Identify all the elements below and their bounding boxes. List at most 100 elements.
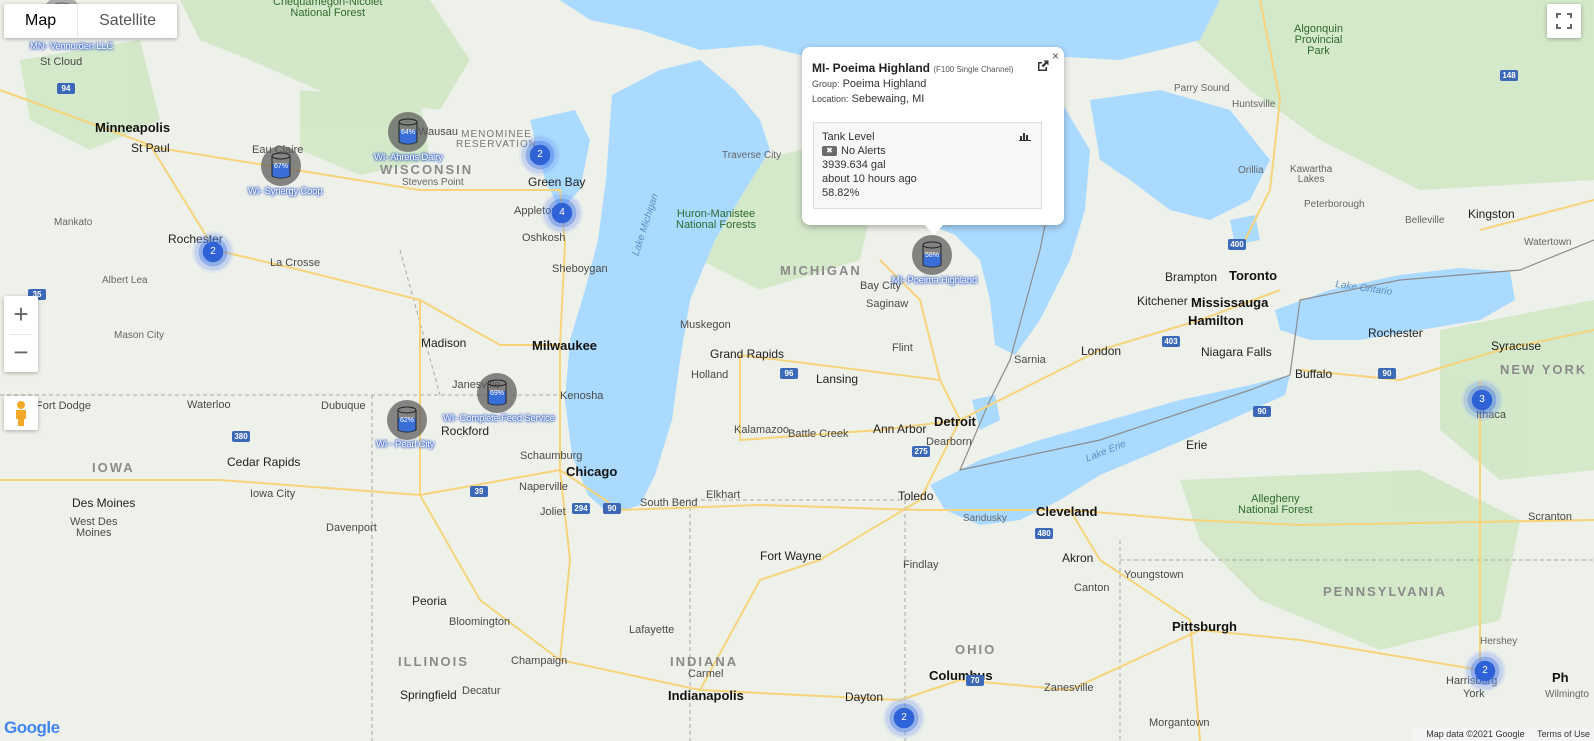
tank-percent: 62% xyxy=(399,417,414,424)
highway-shield: 90 xyxy=(603,503,621,514)
map-type-map-button[interactable]: Map xyxy=(4,4,77,38)
highway-shield: 94 xyxy=(57,83,75,94)
city-label: Detroit xyxy=(934,414,976,429)
city-label: Buffalo xyxy=(1295,367,1333,381)
city-label: Scranton xyxy=(1528,511,1573,523)
state-label: OHIO xyxy=(955,642,997,657)
highway-shield: 96 xyxy=(780,368,798,379)
pegman-icon xyxy=(16,401,26,426)
cluster-marker[interactable]: 2 xyxy=(519,134,561,176)
terms-of-use-link[interactable]: Terms of Use xyxy=(1537,729,1590,739)
map-type-control: Map Satellite xyxy=(4,4,178,38)
tank-marker[interactable]: 67% xyxy=(261,146,301,186)
city-label: Canton xyxy=(1074,582,1110,594)
google-logo-text: Google xyxy=(4,718,60,737)
tank-name[interactable]: WI- Complete Feed Service xyxy=(443,413,555,424)
city-label: Orillia xyxy=(1238,165,1264,176)
city-label: Sarnia xyxy=(1014,354,1046,366)
highway-shield: 294 xyxy=(572,503,590,514)
city-label: Fort Dodge xyxy=(36,400,92,412)
zoom-out-button[interactable]: − xyxy=(4,334,38,372)
street-view-pegman-button[interactable] xyxy=(4,396,38,430)
highway-shield: 70 xyxy=(966,675,984,686)
city-label: London xyxy=(1081,344,1122,358)
city-label: Holland xyxy=(691,369,729,381)
city-label: Kalamazoo xyxy=(734,424,790,436)
city-label: Erie xyxy=(1186,438,1208,452)
state-label: MICHIGAN xyxy=(780,263,862,278)
city-label: Des Moines xyxy=(72,496,136,510)
map-type-satellite-button[interactable]: Satellite xyxy=(77,4,177,38)
external-link-icon[interactable] xyxy=(1036,59,1050,78)
city-label: Kenosha xyxy=(560,390,604,402)
city-label: Ph xyxy=(1552,670,1569,685)
city-label: Youngstown xyxy=(1124,569,1184,581)
city-label: Huntsville xyxy=(1232,99,1276,110)
cluster-count: 4 xyxy=(559,207,565,218)
device-type: (F100 Single Channel) xyxy=(933,65,1014,74)
city-label: Mason City xyxy=(114,330,165,341)
zoom-in-button[interactable]: + xyxy=(4,296,38,334)
city-label: Lafayette xyxy=(629,624,675,636)
state-label: WISCONSIN xyxy=(380,162,474,177)
state-label: INDIANA xyxy=(670,654,739,669)
tank-marker[interactable]: 69% xyxy=(477,373,517,413)
tank-percent: 67% xyxy=(273,163,288,170)
city-label: Oshkosh xyxy=(522,232,566,244)
city-label: Flint xyxy=(892,342,913,354)
city-label: West Des Moines xyxy=(70,516,118,539)
city-label: Minneapolis xyxy=(95,120,171,135)
highway-shield: 90 xyxy=(1253,406,1271,417)
cluster-marker[interactable]: 2 xyxy=(192,231,234,273)
tank-name[interactable]: WI- Synergy Coop xyxy=(248,186,323,197)
tank-percent-value: 58.82% xyxy=(822,187,860,199)
city-label: Peoria xyxy=(412,594,447,608)
city-label: Traverse City xyxy=(722,150,782,161)
city-label: Kitchener xyxy=(1137,294,1188,308)
park-label: Algonquin Provincial Park xyxy=(1294,23,1343,57)
city-label: Naperville xyxy=(519,481,568,493)
close-icon[interactable]: × xyxy=(1052,49,1059,63)
city-label: Zanesville xyxy=(1044,682,1094,694)
city-label: Hamilton xyxy=(1188,313,1244,328)
city-label: Muskegon xyxy=(680,319,731,331)
city-label: Peterborough xyxy=(1304,199,1365,210)
city-label: Stevens Point xyxy=(402,177,464,188)
city-label: Fort Wayne xyxy=(760,549,822,563)
city-label: Chicago xyxy=(566,464,618,479)
tank-name[interactable]: WI - Pearl City xyxy=(376,439,434,450)
tank-name[interactable]: MI- Poeima Highland xyxy=(892,275,977,286)
tank-marker[interactable]: 64% xyxy=(388,112,428,152)
state-label: ILLINOIS xyxy=(398,654,469,669)
tank-percent: 64% xyxy=(400,129,415,136)
city-label: Watertown xyxy=(1524,237,1572,248)
cluster-count: 2 xyxy=(1482,665,1488,676)
location-key: Location: xyxy=(812,94,849,104)
bar-chart-icon[interactable] xyxy=(1019,131,1031,144)
city-label: St Paul xyxy=(131,141,170,155)
cluster-marker[interactable]: 2 xyxy=(883,697,925,739)
tank-marker[interactable]: 62% xyxy=(387,400,427,440)
zoom-divider xyxy=(10,334,32,335)
city-label: Toledo xyxy=(898,489,934,503)
tank-level-card[interactable]: Tank Level ✖ No Alerts 3939.634 gal about… xyxy=(813,122,1042,209)
fullscreen-button[interactable] xyxy=(1547,4,1581,38)
city-label: Mississauga xyxy=(1191,295,1269,310)
cluster-marker[interactable]: 4 xyxy=(541,192,583,234)
last-updated: about 10 hours ago xyxy=(822,173,917,185)
city-label: Niagara Falls xyxy=(1201,345,1272,359)
tank-name[interactable]: MN- Vennurden LLC xyxy=(30,41,113,52)
tank-percent: 69% xyxy=(489,390,504,397)
cluster-marker[interactable]: 2 xyxy=(1464,650,1506,692)
city-label: Iowa City xyxy=(250,488,296,500)
tank-name[interactable]: WI- Ahrens Dairy xyxy=(374,152,443,163)
city-label: Saginaw xyxy=(866,298,909,310)
city-label: Decatur xyxy=(462,685,501,697)
location-row: Location: Sebewaing, MI xyxy=(812,93,924,105)
map-data-attribution: Map data ©2021 Google xyxy=(1426,729,1525,739)
alert-text: No Alerts xyxy=(841,145,886,157)
map-canvas[interactable]: WISCONSIN MICHIGAN IOWA ILLINOIS INDIANA… xyxy=(0,0,1594,741)
tank-marker[interactable]: 58% xyxy=(912,235,952,275)
cluster-marker[interactable]: 3 xyxy=(1461,379,1503,421)
city-label: La Crosse xyxy=(270,257,321,269)
